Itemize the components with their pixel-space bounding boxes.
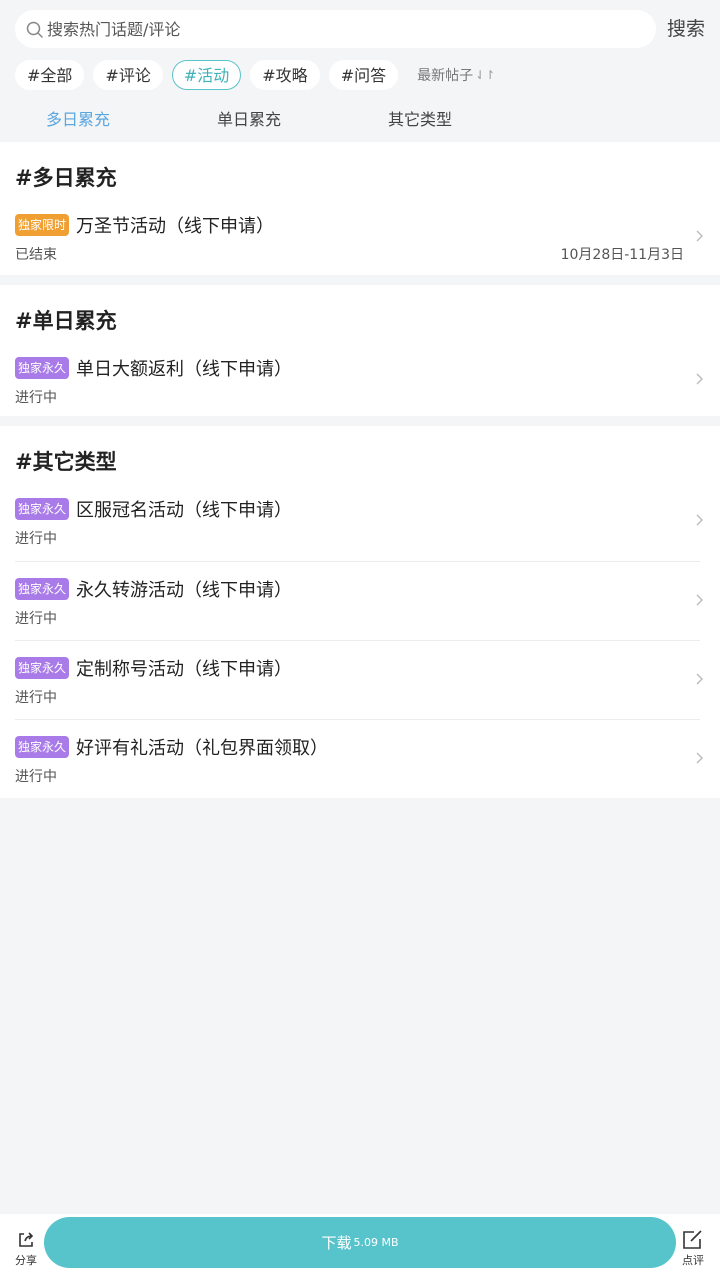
search-box[interactable] xyxy=(15,10,656,48)
search-icon xyxy=(26,21,43,38)
item-title: 独家永久 定制称号活动（线下申请） xyxy=(15,655,292,681)
list-item[interactable]: 独家永久 定制称号活动（线下申请） 进行中 xyxy=(15,640,703,719)
chevron-right-icon xyxy=(696,752,703,764)
item-name: 永久转游活动（线下申请） xyxy=(76,580,293,601)
tab-other[interactable]: 其它类型 xyxy=(388,106,452,130)
list-item[interactable]: 独家永久 单日大额返利（线下申请） 进行中 xyxy=(15,341,703,416)
item-title: 独家永久 单日大额返利（线下申请） xyxy=(15,355,292,381)
sort-icon: ⇃↾ xyxy=(475,68,496,82)
item-status: 进行中 xyxy=(15,390,57,406)
chevron-right-icon xyxy=(696,373,703,385)
chevron-right-icon xyxy=(696,514,703,526)
tab-single-day[interactable]: 单日累充 xyxy=(217,106,281,130)
tag-activities[interactable]: #活动 xyxy=(171,60,242,90)
search-row: 搜索 xyxy=(15,10,705,48)
item-title: 独家限时 万圣节活动（线下申请） xyxy=(15,212,274,238)
item-title: 独家永久 好评有礼活动（礼包界面领取） xyxy=(15,734,328,760)
item-status: 进行中 xyxy=(15,611,57,627)
review-label: 点评 xyxy=(682,1254,704,1267)
section-title: #其它类型 xyxy=(15,450,117,474)
item-title: 独家永久 区服冠名活动（线下申请） xyxy=(15,496,292,522)
section-single-day: #单日累充 独家永久 单日大额返利（线下申请） 进行中 xyxy=(0,285,720,416)
search-button[interactable]: 搜索 xyxy=(667,10,705,48)
chevron-right-icon xyxy=(696,594,703,606)
share-icon xyxy=(19,1232,34,1247)
permanent-badge: 独家永久 xyxy=(15,578,70,600)
download-label: 下载 xyxy=(321,1234,352,1252)
review-button[interactable]: 点评 xyxy=(679,1230,707,1268)
section-title: #单日累充 xyxy=(15,309,117,333)
item-status: 进行中 xyxy=(15,769,57,785)
download-button[interactable]: 下载 5.09 MB xyxy=(44,1217,676,1268)
permanent-badge: 独家永久 xyxy=(15,657,70,679)
chevron-right-icon xyxy=(696,673,703,685)
download-size: 5.09 MB xyxy=(353,1236,399,1249)
permanent-badge: 独家永久 xyxy=(15,357,70,379)
share-label: 分享 xyxy=(15,1254,37,1267)
item-name: 万圣节活动（线下申请） xyxy=(76,216,275,237)
section-other: #其它类型 独家永久 区服冠名活动（线下申请） 进行中 独家永久 永久转游活动（… xyxy=(0,426,720,798)
sub-tabs: 多日累充 单日累充 其它类型 xyxy=(0,106,720,136)
item-name: 定制称号活动（线下申请） xyxy=(76,659,293,680)
edit-icon xyxy=(683,1230,702,1249)
sort-label: 最新帖子 xyxy=(417,68,474,84)
item-date: 10月28日-11月3日 xyxy=(560,247,684,263)
topic-tags: #全部 #评论 #活动 #攻略 #问答 最新帖子 ⇃↾ xyxy=(15,59,495,91)
search-input[interactable] xyxy=(47,10,637,48)
item-name: 好评有礼活动（礼包界面领取） xyxy=(76,738,329,759)
list-item[interactable]: 独家永久 永久转游活动（线下申请） 进行中 xyxy=(15,561,703,640)
top-header: 搜索 #全部 #评论 #活动 #攻略 #问答 最新帖子 ⇃↾ 多日累充 单日累充… xyxy=(0,0,720,142)
list-item[interactable]: 独家限时 万圣节活动（线下申请） 已结束 10月28日-11月3日 xyxy=(15,198,703,275)
item-status: 进行中 xyxy=(15,690,57,706)
tag-qa[interactable]: #问答 xyxy=(328,60,399,90)
permanent-badge: 独家永久 xyxy=(15,736,70,758)
item-status: 进行中 xyxy=(15,531,57,547)
chevron-right-icon xyxy=(696,230,703,242)
permanent-badge: 独家永久 xyxy=(15,498,70,520)
tag-all[interactable]: #全部 xyxy=(15,60,85,90)
item-title: 独家永久 永久转游活动（线下申请） xyxy=(15,576,292,602)
share-button[interactable]: 分享 xyxy=(12,1230,40,1268)
bottom-bar: 分享 下载 5.09 MB 点评 xyxy=(0,1214,720,1275)
tag-guides[interactable]: #攻略 xyxy=(250,60,320,90)
item-name: 单日大额返利（线下申请） xyxy=(76,359,293,380)
section-title: #多日累充 xyxy=(15,166,117,190)
tab-multi-day[interactable]: 多日累充 xyxy=(46,106,110,130)
list-item[interactable]: 独家永久 好评有礼活动（礼包界面领取） 进行中 xyxy=(15,719,703,798)
list-item[interactable]: 独家永久 区服冠名活动（线下申请） 进行中 xyxy=(15,482,703,561)
sort-selector[interactable]: 最新帖子 ⇃↾ xyxy=(417,65,495,85)
section-multi-day: #多日累充 独家限时 万圣节活动（线下申请） 已结束 10月28日-11月3日 xyxy=(0,142,720,275)
limited-badge: 独家限时 xyxy=(15,214,70,236)
tag-comments[interactable]: #评论 xyxy=(93,60,163,90)
item-status: 已结束 xyxy=(15,247,57,263)
item-name: 区服冠名活动（线下申请） xyxy=(76,500,293,521)
